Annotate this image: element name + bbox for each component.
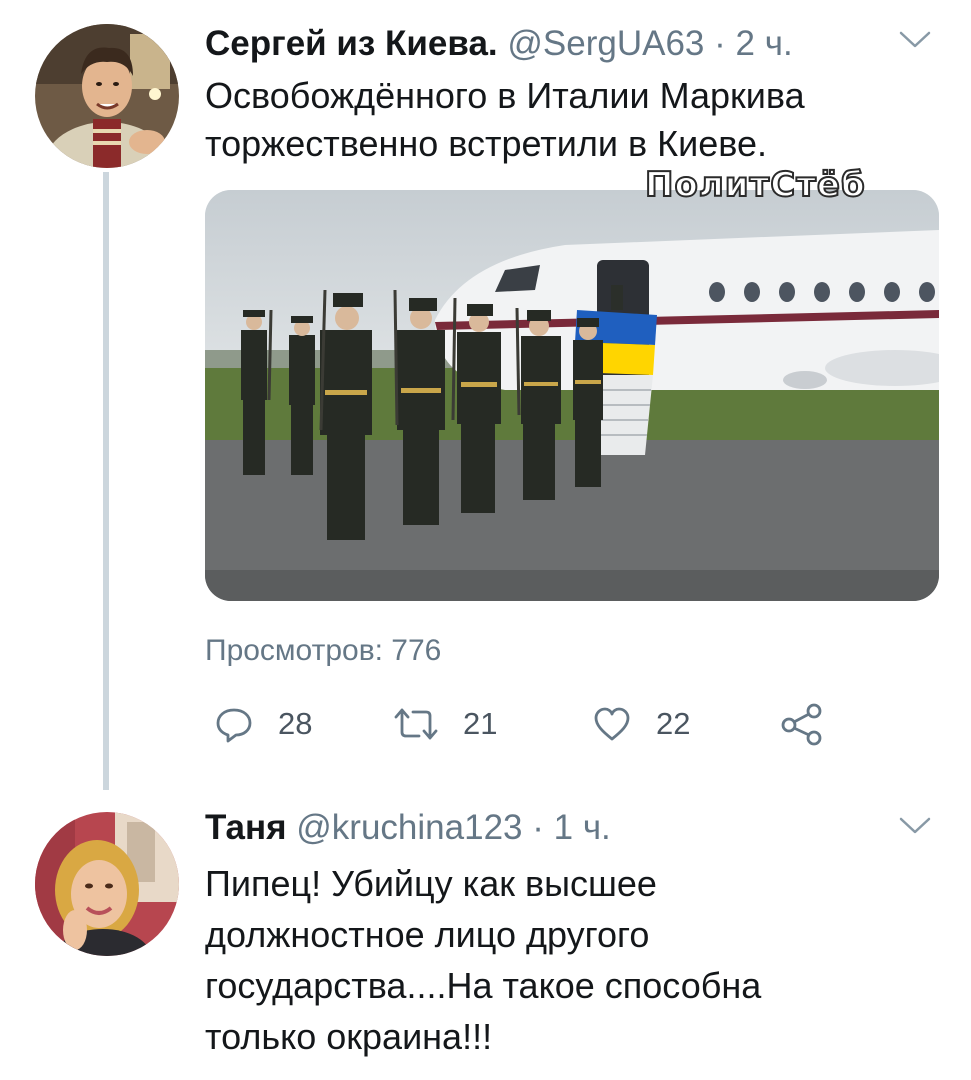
timestamp[interactable]: 1 ч.	[554, 808, 611, 847]
retweet-icon	[394, 708, 438, 740]
retweet-count: 21	[463, 706, 498, 741]
text-line: государства....На такое способна	[205, 965, 762, 1006]
author-handle[interactable]: @kruchina123	[296, 808, 522, 847]
tweet2-text: Пипец! Убийцу как высшее должностное лиц…	[205, 858, 761, 1062]
like-count: 22	[656, 706, 691, 741]
share-icon	[781, 703, 822, 746]
thread-line	[103, 172, 109, 790]
author-name[interactable]: Таня	[205, 808, 287, 847]
author-handle[interactable]: @SergUA63	[507, 24, 704, 63]
view-count: Просмотров: 776	[205, 634, 442, 667]
tweet-media-photo[interactable]	[205, 190, 939, 601]
like-icon	[594, 707, 630, 741]
reply-button[interactable]: 28	[214, 700, 312, 748]
tweet1-text: Освобождённого в Италии Маркива торжеств…	[205, 72, 805, 168]
like-button[interactable]: 22	[592, 700, 690, 748]
reply-icon	[216, 708, 252, 743]
timestamp[interactable]: 2 ч.	[736, 24, 793, 63]
separator: ·	[532, 808, 544, 847]
chevron-down-icon[interactable]	[898, 816, 932, 836]
watermark-logo: ПолитСтёб	[644, 164, 866, 206]
tweet2-header: Таня @kruchina123 · 1 ч.	[205, 808, 611, 848]
text-line: Освобождённого в Италии Маркива	[205, 75, 805, 116]
text-line: торжественно встретили в Киеве.	[205, 123, 767, 164]
share-button[interactable]	[780, 700, 824, 748]
avatar-tanya[interactable]	[35, 812, 179, 956]
tweet1-header: Сергей из Киева. @SergUA63 · 2 ч.	[205, 24, 793, 64]
author-name[interactable]: Сергей из Киева.	[205, 24, 498, 63]
reply-count: 28	[278, 706, 313, 741]
retweet-button[interactable]: 21	[393, 700, 497, 748]
text-line: должностное лицо другого	[205, 914, 650, 955]
avatar-sergey[interactable]	[35, 24, 179, 168]
separator: ·	[714, 24, 726, 63]
text-line: только окраина!!!	[205, 1016, 493, 1057]
chevron-down-icon[interactable]	[898, 30, 932, 50]
text-line: Пипец! Убийцу как высшее	[205, 863, 657, 904]
